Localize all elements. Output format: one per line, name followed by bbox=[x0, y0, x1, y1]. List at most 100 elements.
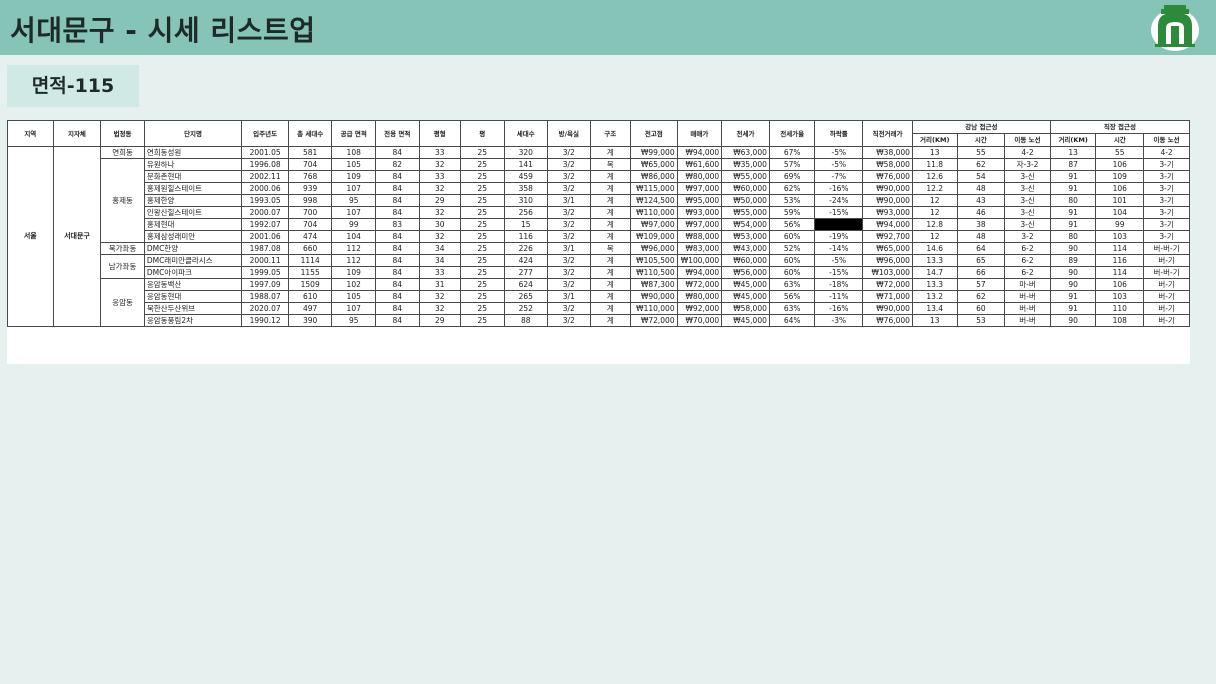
dong-cell: 남가좌동 bbox=[100, 254, 145, 279]
table-cell: 581 bbox=[287, 146, 333, 159]
table-cell: ₩70,000 bbox=[676, 314, 723, 327]
table-cell: ₩53,000 bbox=[721, 230, 770, 243]
table-cell: 25 bbox=[459, 218, 505, 231]
subtitle-box: 면적-115 bbox=[7, 65, 139, 107]
table-cell: 32 bbox=[418, 182, 461, 195]
table-cell: 복 bbox=[589, 242, 631, 255]
table-cell: 33 bbox=[418, 266, 461, 279]
table-cell: 3/2 bbox=[547, 158, 591, 171]
dong-cell: 응암동 bbox=[100, 278, 145, 327]
table-cell: 2002.11 bbox=[241, 170, 289, 183]
table-cell: 3-기 bbox=[1143, 182, 1190, 195]
col-group-gangnam: 강남 접근성 bbox=[911, 120, 1051, 134]
table-cell: 56% bbox=[768, 290, 816, 303]
table-cell: 6-2 bbox=[1004, 254, 1051, 267]
table-cell: ₩97,000 bbox=[676, 182, 723, 195]
table-cell: 32 bbox=[418, 158, 461, 171]
table-cell: 252 bbox=[503, 302, 549, 315]
table-cell: 105 bbox=[331, 158, 376, 171]
table-cell: 14.7 bbox=[911, 266, 958, 279]
table-cell: 88 bbox=[503, 314, 549, 327]
table-cell: 84 bbox=[374, 302, 420, 315]
table-cell: 459 bbox=[503, 170, 549, 183]
price-table: 지역 지자체 법정동 단지명 입주년도 총 세대수 공급 면적 전용 면적 평형… bbox=[7, 120, 1191, 327]
table-cell: 버-기 bbox=[1143, 278, 1190, 291]
table-cell: 60% bbox=[768, 230, 816, 243]
table-cell: 25 bbox=[459, 146, 505, 159]
table-cell: 3-신 bbox=[1004, 194, 1051, 207]
table-row: 응암동풍림2차 1990.12 390 95 84 29 25 88 3/2 계 ₩72,000 ₩7… bbox=[8, 314, 1190, 327]
table-cell: 424 bbox=[503, 254, 549, 267]
table-cell: 38 bbox=[956, 218, 1006, 231]
table-cell: 12 bbox=[911, 230, 958, 243]
table-cell: ₩45,000 bbox=[721, 278, 770, 291]
col-header-pyeong: 평 bbox=[459, 120, 505, 147]
table-cell: ₩35,000 bbox=[721, 158, 770, 171]
table-cell: ₩90,000 bbox=[862, 182, 913, 195]
table-cell: 91 bbox=[1049, 218, 1097, 231]
table-cell: 84 bbox=[374, 242, 420, 255]
table-cell: 109 bbox=[331, 170, 376, 183]
table-cell: -5% bbox=[814, 146, 864, 159]
table-cell: ₩45,000 bbox=[721, 290, 770, 303]
table-cell: ₩93,000 bbox=[676, 206, 723, 219]
table-cell: 390 bbox=[287, 314, 333, 327]
table-cell: ₩72,000 bbox=[862, 278, 913, 291]
table-cell: 108 bbox=[1095, 314, 1145, 327]
table-cell: 474 bbox=[287, 230, 333, 243]
table-cell: ₩92,700 bbox=[862, 230, 913, 243]
table-cell: 114 bbox=[1095, 266, 1145, 279]
table-cell: ₩109,000 bbox=[629, 230, 678, 243]
table-cell: 3/2 bbox=[547, 170, 591, 183]
page-title: 서대문구 - 시세 리스트업 bbox=[10, 14, 316, 47]
city-cell: 서대문구 bbox=[52, 146, 102, 327]
table-cell: ₩55,000 bbox=[721, 170, 770, 183]
table-cell: 응암동백산 bbox=[143, 278, 243, 291]
table-cell: 3-기 bbox=[1143, 158, 1190, 171]
table-cell: 60 bbox=[956, 302, 1006, 315]
table-cell: 계 bbox=[589, 302, 631, 315]
table-cell: 12 bbox=[911, 206, 958, 219]
table-cell: 700 bbox=[287, 206, 333, 219]
table-cell: ₩61,600 bbox=[676, 158, 723, 171]
table-cell: 84 bbox=[374, 314, 420, 327]
table-cell: 1992.07 bbox=[241, 218, 289, 231]
table-cell: 1997.09 bbox=[241, 278, 289, 291]
table-cell: 84 bbox=[374, 146, 420, 159]
table-cell: 107 bbox=[331, 206, 376, 219]
table-cell: 3/2 bbox=[547, 206, 591, 219]
col-header-city: 지자체 bbox=[52, 120, 102, 147]
table-cell: ₩97,000 bbox=[629, 218, 678, 231]
table-cell: 25 bbox=[459, 206, 505, 219]
table-cell: 84 bbox=[374, 170, 420, 183]
table-cell: -15% bbox=[814, 206, 864, 219]
table-row: 홍제원힐스테이트 2000.06 939 107 84 32 25 358 3/2 계 ₩115,0… bbox=[8, 182, 1190, 195]
table-cell: 3/1 bbox=[547, 194, 591, 207]
col-header-structure: 구조 bbox=[589, 120, 631, 147]
table-cell: 3/2 bbox=[547, 278, 591, 291]
table-cell: 32 bbox=[418, 290, 461, 303]
table-cell: 48 bbox=[956, 230, 1006, 243]
table-cell: 90 bbox=[1049, 314, 1097, 327]
table-cell: 25 bbox=[459, 194, 505, 207]
table-cell: ₩100,000 bbox=[676, 254, 723, 267]
col-header-supply-area: 공급 면적 bbox=[331, 120, 376, 147]
table-cell: 704 bbox=[287, 218, 333, 231]
table-cell: 54 bbox=[956, 170, 1006, 183]
table-cell: 109 bbox=[1095, 170, 1145, 183]
table-cell: 84 bbox=[374, 266, 420, 279]
table-cell: ₩76,000 bbox=[862, 170, 913, 183]
table-cell: 660 bbox=[287, 242, 333, 255]
table-cell: 북한산두산위브 bbox=[143, 302, 243, 315]
table-cell: 84 bbox=[374, 182, 420, 195]
col-header-rooms: 방/욕실 bbox=[547, 120, 591, 147]
table-cell: 25 bbox=[459, 254, 505, 267]
table-cell: ₩60,000 bbox=[721, 182, 770, 195]
table-cell: 3-2 bbox=[1004, 230, 1051, 243]
table-cell: ₩72,000 bbox=[629, 314, 678, 327]
table-cell: 15 bbox=[503, 218, 549, 231]
table-cell: 90 bbox=[1049, 266, 1097, 279]
table-cell: ₩124,500 bbox=[629, 194, 678, 207]
table-cell: 1988.07 bbox=[241, 290, 289, 303]
table-cell: 110 bbox=[1095, 302, 1145, 315]
